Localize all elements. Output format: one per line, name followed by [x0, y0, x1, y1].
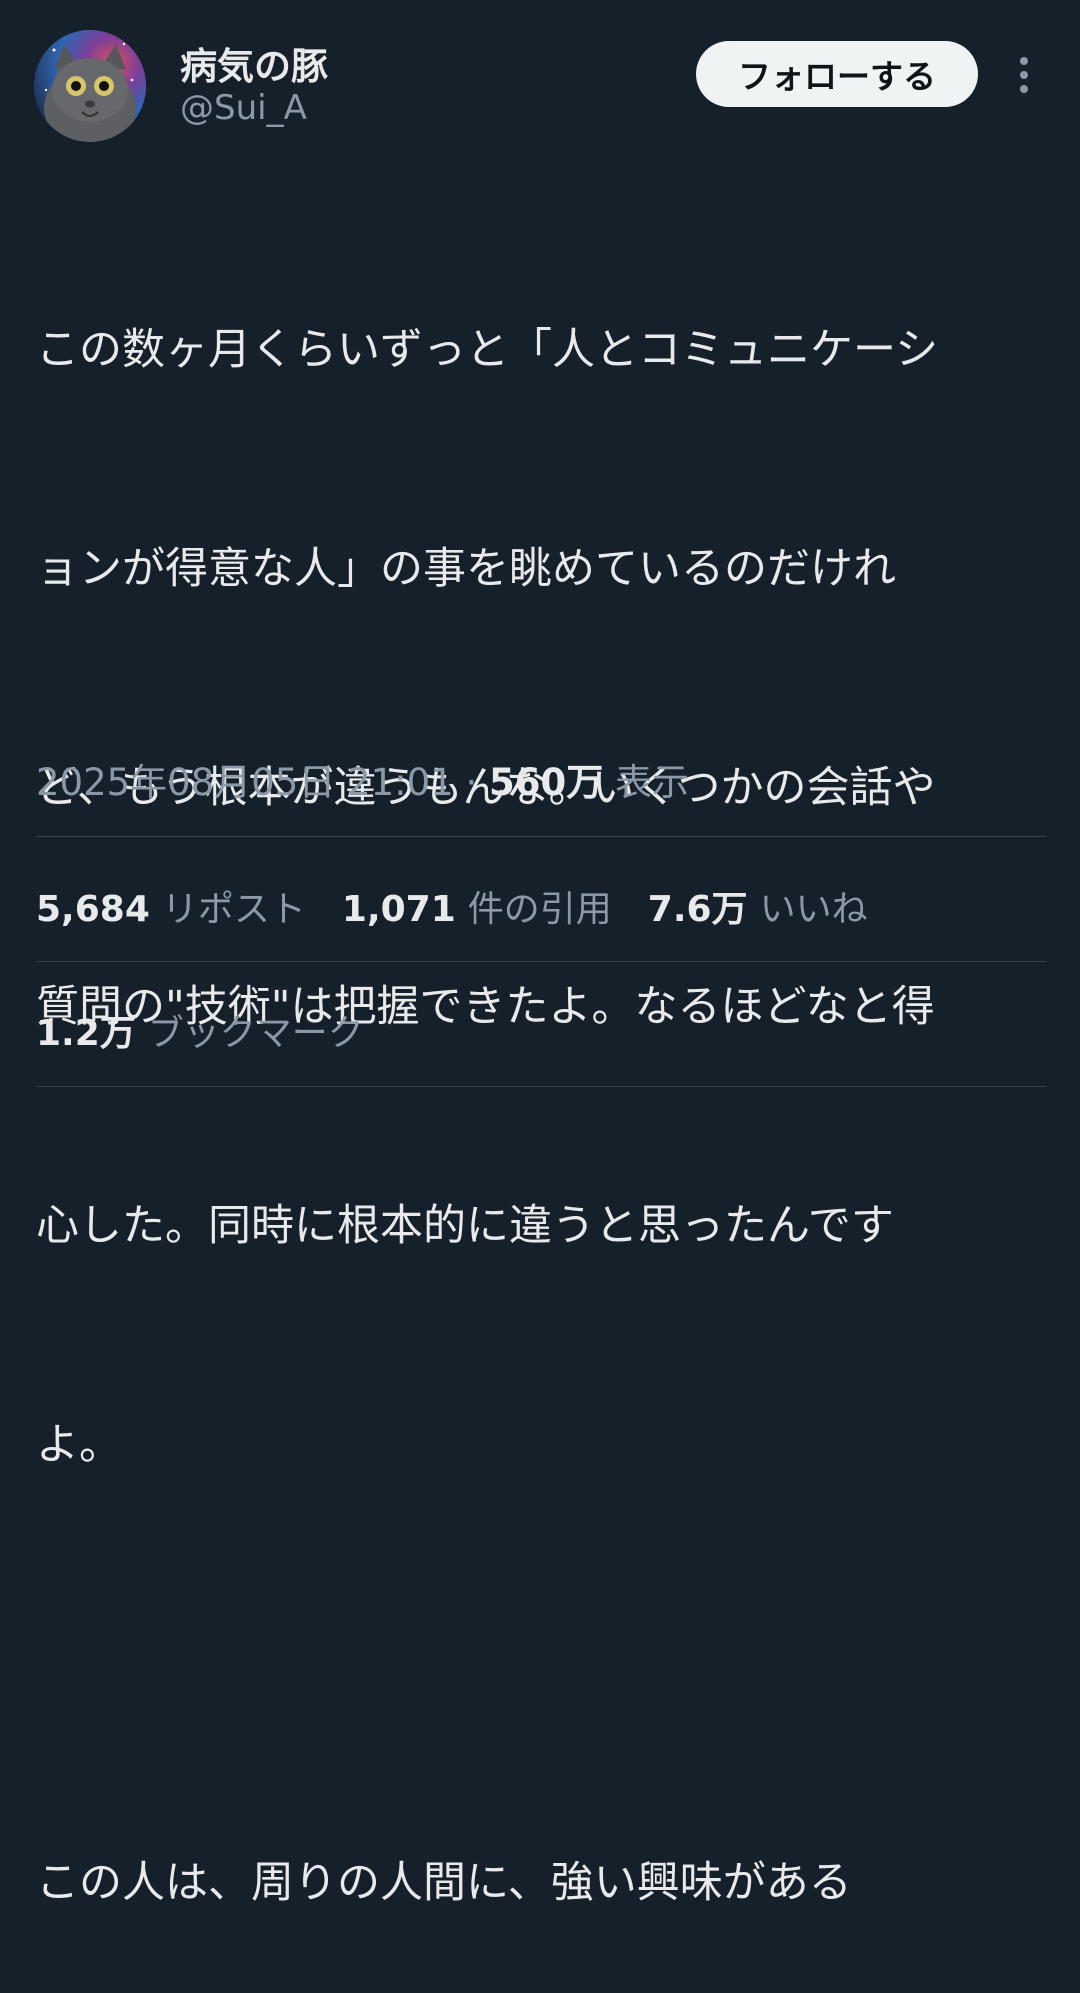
tweet-line: ョンが得意な人」の事を眺めているのだけれ: [36, 544, 896, 594]
timestamp[interactable]: 2025年08月05日 21:01: [36, 761, 454, 804]
bookmarks-label: ブックマーク: [147, 1013, 364, 1054]
divider: [36, 836, 1046, 837]
bookmarks-count: 1.2万: [36, 1013, 136, 1054]
divider: [36, 961, 1046, 962]
quotes-count: 1,071: [341, 889, 456, 930]
likes-count: 7.6万: [647, 889, 748, 930]
tweet-line: この人は、周りの人間に、強い興味がある: [36, 1858, 852, 1908]
follow-button[interactable]: フォローする: [696, 41, 978, 107]
more-vertical-icon[interactable]: [1006, 54, 1042, 96]
tweet-body: この数ヶ月くらいずっと「人とコミュニケーシ ョンが得意な人」の事を眺めているのだ…: [36, 168, 1046, 1993]
views-count: 560万: [489, 761, 604, 804]
tweet-line: よ。: [36, 1420, 122, 1470]
bookmarks-stat[interactable]: 1.2万 ブックマーク: [36, 1004, 364, 1056]
author-handle[interactable]: @Sui_A: [180, 88, 307, 128]
divider: [36, 1086, 1046, 1087]
reposts-stat[interactable]: 5,684 リポスト: [36, 880, 306, 932]
engagement-stats: 5,684 リポスト 1,071 件の引用 7.6万 いいね: [36, 880, 904, 932]
quotes-label: 件の引用: [467, 889, 612, 930]
reposts-count: 5,684: [36, 889, 150, 930]
tweet-meta: 2025年08月05日 21:01 · 560万 表示: [36, 752, 689, 806]
likes-stat[interactable]: 7.6万 いいね: [648, 880, 868, 932]
likes-label: いいね: [759, 889, 868, 930]
views-label: 表示: [615, 761, 690, 804]
cat-avatar-image: [34, 30, 146, 142]
tweet-line: 心した。同時に根本的に違うと思ったんです: [36, 1201, 894, 1251]
author-display-name[interactable]: 病気の豚: [180, 36, 328, 90]
tweet-line: この数ヶ月くらいずっと「人とコミュニケーシ: [36, 325, 939, 375]
quotes-stat[interactable]: 1,071 件の引用: [342, 880, 612, 932]
bookmark-stats: 1.2万 ブックマーク: [36, 1004, 400, 1056]
avatar[interactable]: [34, 30, 146, 142]
reposts-label: リポスト: [161, 889, 306, 930]
meta-separator: ·: [465, 761, 478, 804]
